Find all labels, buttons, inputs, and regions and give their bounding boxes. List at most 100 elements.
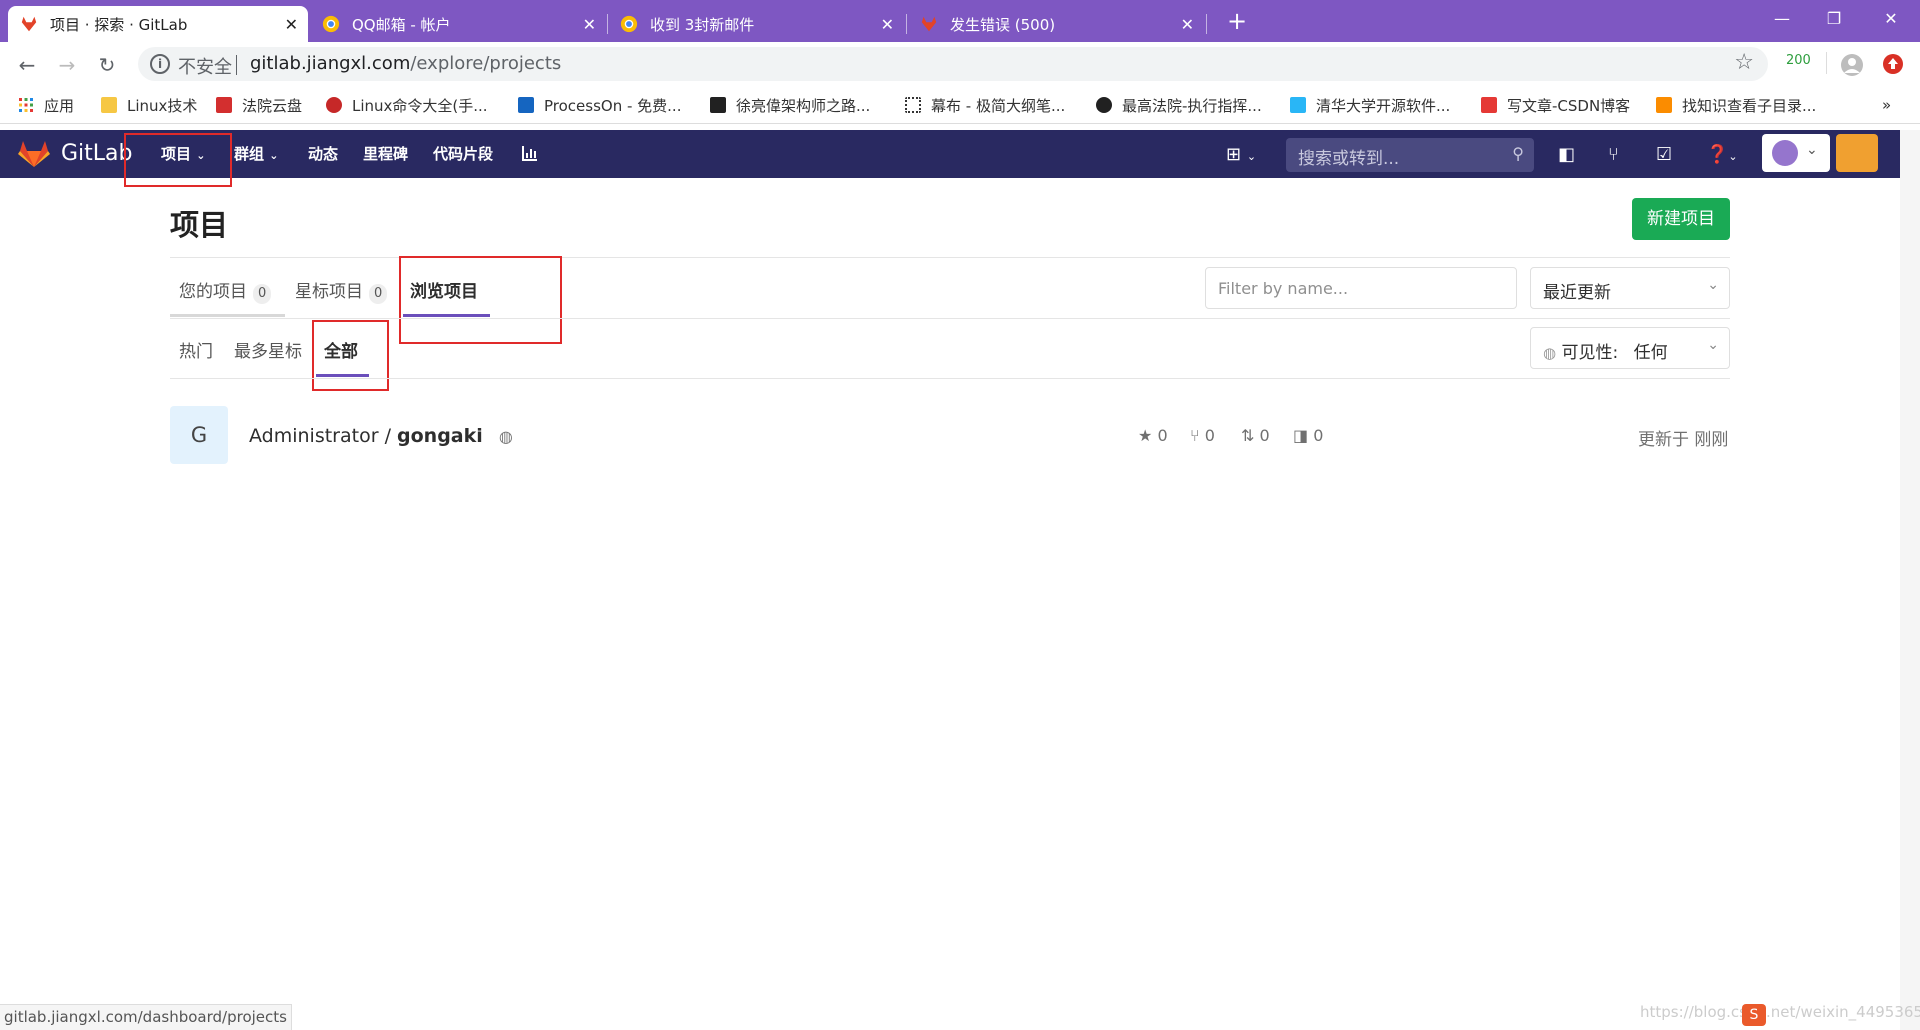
visibility-value: 任何 [1633,343,1668,363]
browser-tab-strip: 项目 · 探索 · GitLab ✕ QQ邮箱 - 帐户 ✕ 收到 3封新邮件 … [0,0,1920,42]
project-title[interactable]: Administrator / gongaki ◍ [249,425,513,447]
profile-avatar-icon[interactable] [1840,53,1864,77]
bookmarks-overflow-icon[interactable]: » [1882,94,1891,116]
user-avatar-dropdown[interactable]: ⌄ [1762,134,1830,172]
browser-tab-qqmail[interactable]: QQ邮箱 - 帐户 ✕ [310,6,606,42]
new-tab-button[interactable]: + [1222,6,1252,36]
extension-badge[interactable]: 200 [1786,53,1811,68]
chrome-favicon-icon [620,15,638,33]
address-bar[interactable]: i 不安全 gitlab.jiangxl.com/explore/project… [138,47,1768,81]
update-icon[interactable] [1882,53,1904,75]
tab-title: 收到 3封新邮件 [650,15,755,34]
bookmark-architect[interactable]: 徐亮偉架构师之路... [710,94,870,116]
bookmark-star-icon[interactable]: ☆ [1734,50,1754,75]
close-window-icon[interactable]: ✕ [1862,0,1920,40]
bookmark-knowledge[interactable]: 找知识查看子目录... [1656,94,1816,116]
url-path: /explore/projects [410,53,562,74]
nav-groups[interactable]: 群组 ⌄ [234,130,278,178]
nav-milestones[interactable]: 里程碑 [363,130,408,178]
bookmark-csdn[interactable]: 写文章-CSDN博客 [1481,94,1630,116]
gitlab-logo-icon[interactable] [18,140,50,168]
browser-tab-error[interactable]: 发生错误 (500) ✕ [908,6,1204,42]
count-badge: 0 [253,284,272,304]
sogou-input-icon[interactable]: S [1742,1004,1766,1026]
todo-check-icon[interactable]: ☑ [1656,144,1672,165]
bookmark-label: 应用 [44,96,75,115]
nav-snippets[interactable]: 代码片段 [433,130,493,178]
gitlab-header: GitLab 项目 ⌄ 群组 ⌄ 动态 里程碑 代码片段 ⊞ ⌄ 搜索或转到..… [0,130,1900,178]
bookmark-apps[interactable]: 应用 [18,94,74,116]
divider [170,318,1730,319]
merge-request-icon: ⇅ [1241,426,1255,445]
issues-count: 0 [1313,426,1324,445]
bookmark-label: ProcessOn - 免费... [544,96,682,115]
tab-title: 发生错误 (500) [950,15,1056,34]
search-icon: ⚲ [1512,144,1524,163]
gitlab-logo-text[interactable]: GitLab [61,141,133,166]
bookmark-label: 找知识查看子目录... [1682,96,1817,115]
url-host: gitlab.jiangxl.com [250,53,411,74]
tab-your-projects[interactable]: 您的项目 0 [179,277,272,304]
bookmark-linux[interactable]: Linux技术 [101,94,197,116]
bookmark-mubu[interactable]: 幕布 - 极简大纲笔... [905,94,1065,116]
gitlab-favicon-icon [21,16,37,32]
chevron-down-icon: ⌄ [1806,142,1818,158]
visibility-dropdown[interactable]: ◍ 可见性: 任何 ⌄ [1530,327,1730,369]
sidebar-toggle-icon[interactable]: ◧ [1558,144,1575,165]
subtab-trending[interactable]: 热门 [179,337,213,362]
project-separator: / [378,425,398,447]
bookmark-label: 最高法院-执行指挥... [1122,96,1262,115]
chart-icon[interactable] [521,144,539,162]
project-updated: 更新于 刚刚 [1638,430,1729,450]
bookmark-label: 清华大学开源软件... [1316,96,1451,115]
browser-tab-mail[interactable]: 收到 3封新邮件 ✕ [608,6,904,42]
court-cloud-icon [216,97,232,113]
reload-icon[interactable]: ↻ [93,51,121,79]
watermark: https://blog.csdn.net/weixin_44953658 [1640,1003,1920,1021]
help-icon[interactable]: ❓⌄ [1706,144,1738,165]
project-forks[interactable]: ⑂ 0 [1190,426,1215,445]
tab-label: 您的项目 [179,282,247,302]
page-scrollbar[interactable] [1900,130,1920,1030]
new-project-button[interactable]: 新建项目 [1632,198,1730,240]
merge-request-icon[interactable]: ⑂ [1608,144,1619,165]
tab-underline [170,314,285,317]
knowledge-icon [1656,97,1672,113]
search-input[interactable]: 搜索或转到... ⚲ [1286,138,1534,172]
bookmark-supreme-court[interactable]: 最高法院-执行指挥... [1096,94,1262,116]
close-icon[interactable]: ✕ [285,15,298,34]
filter-by-name-input[interactable]: Filter by name... [1205,267,1517,309]
bookmark-tsinghua[interactable]: 清华大学开源软件... [1290,94,1450,116]
play-circle-icon [1096,97,1112,113]
restore-icon[interactable]: ❐ [1805,0,1863,40]
globe-icon: ◍ [498,427,513,446]
plus-square-icon[interactable]: ⊞ ⌄ [1226,144,1256,165]
bookmark-processon[interactable]: ProcessOn - 免费... [518,94,681,116]
forward-icon[interactable]: → [53,51,81,79]
extension-avatar-icon[interactable] [1836,134,1878,172]
sort-dropdown[interactable]: 最近更新 ⌄ [1530,267,1730,309]
back-icon[interactable]: ← [13,51,41,79]
csdn-icon [1481,97,1497,113]
bookmark-label: 写文章-CSDN博客 [1507,96,1631,115]
close-icon[interactable]: ✕ [881,15,894,34]
forks-count: 0 [1204,426,1215,445]
tab-label: 星标项目 [295,282,363,302]
tab-starred-projects[interactable]: 星标项目 0 [295,277,388,304]
close-icon[interactable]: ✕ [583,15,596,34]
status-bar-url: gitlab.jiangxl.com/dashboard/projects [0,1004,292,1030]
subtab-most-starred[interactable]: 最多星标 [234,337,302,362]
tab-title: 项目 · 探索 · GitLab [50,15,188,34]
bookmark-court-cloud[interactable]: 法院云盘 [216,94,302,116]
bookmark-linux-commands[interactable]: Linux命令大全(手... [326,94,488,116]
info-icon[interactable]: i [150,54,170,74]
close-icon[interactable]: ✕ [1181,15,1194,34]
project-merge-requests[interactable]: ⇅ 0 [1241,426,1270,445]
project-avatar[interactable]: G [170,406,228,464]
browser-tab-gitlab[interactable]: 项目 · 探索 · GitLab ✕ [8,6,308,42]
project-stars[interactable]: ★ 0 [1138,426,1168,445]
nav-activity[interactable]: 动态 [308,130,338,178]
tab-divider [1206,14,1207,34]
minimize-icon[interactable]: — [1753,0,1811,40]
project-issues[interactable]: ◨ 0 [1293,426,1323,445]
